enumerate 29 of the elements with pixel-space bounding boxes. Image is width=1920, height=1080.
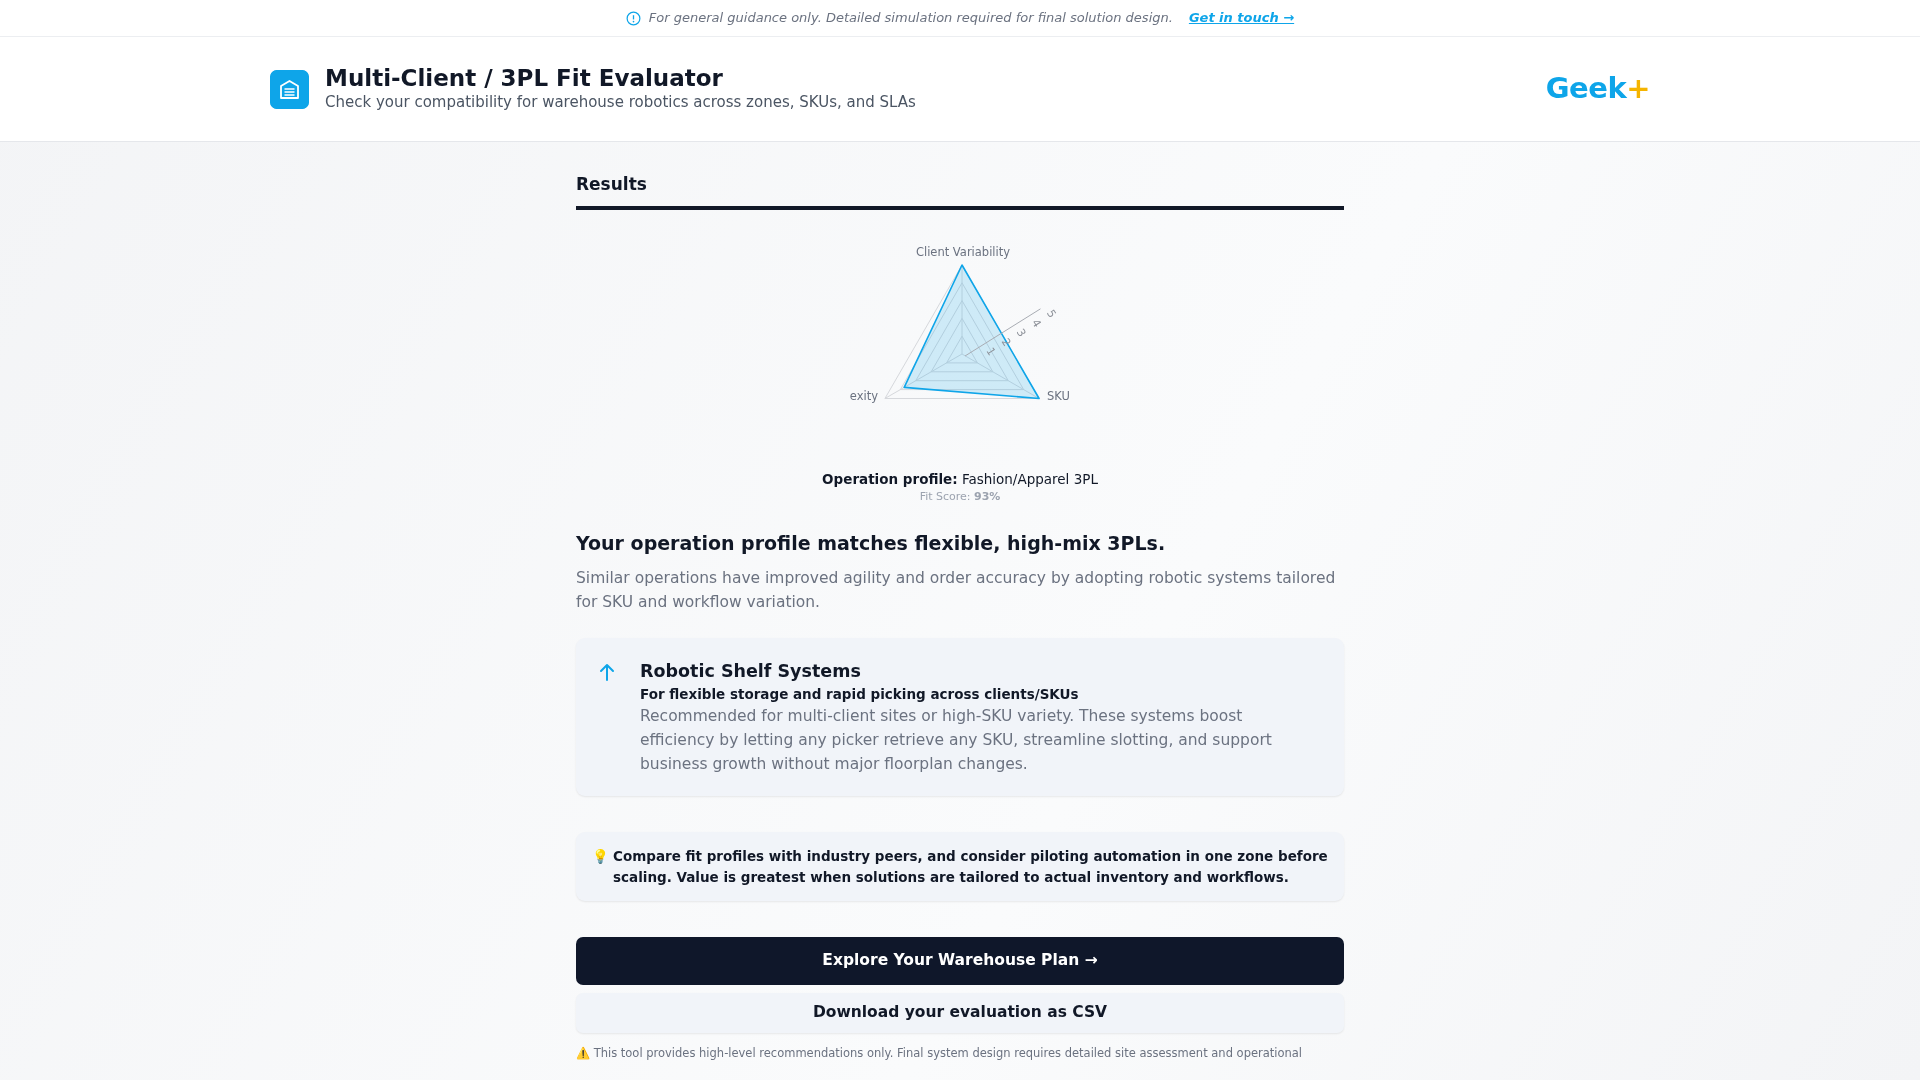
arrow-up-icon [598,661,616,682]
warehouse-icon [270,69,309,109]
recommendation-title: Robotic Shelf Systems [640,659,862,683]
warning-icon: ⚠ [576,1045,590,1060]
recommendation-subtitle: For flexible storage and rapid picking across clients/SKUs [640,685,1080,705]
logo: Geek+ [1545,70,1650,108]
summary-title: Your operation profile matches flexible, high-mix 3PLs. [576,531,1167,557]
axis-label: exity [849,388,878,403]
fit-score: Fit Score: 93% [918,488,1002,505]
recommendation-text: Recommended for multi-client sites or high-SKU variety. These systems boost efficiency by letting any picker retrieve any SKU, streamline slotting, and support business growth without major floorplan changes. [640,706,1273,776]
tick-label: 3 [1013,325,1029,339]
summary-text: Similar operations have improved agility and order accuracy by adopting robotic systems tailored for SKU and workflow variation. [576,567,1337,613]
results-heading: Results [576,142,1344,210]
tick-label: 5 [1043,307,1059,320]
tick-label: 1 [983,344,999,358]
tip-text: Compare fit profiles with industry peers, and consider piloting automation in one zone before scaling. Value is greatest when solutions are tailored to actual inventory and workflows. [613,847,1328,887]
app-subtitle: Check your compatibility for warehouse robotics across zones, SKUs, and SLAs [325,91,916,113]
lightbulb-icon: 💡 [592,846,609,887]
axis-label: SKU [1047,388,1070,403]
tick-label: 2 [998,335,1014,349]
operation-profile: Operation profile: Fashion/Apparel 3PL [821,469,1099,489]
download-csv-button[interactable]: Download your evaluation as CSV [576,992,1344,1033]
disclaimer-text: This tool provides high-level recommendations only. Final system design requires detailed site assessment and operational [593,1045,1303,1060]
explore-plan-button[interactable]: Explore Your Warehouse Plan → [576,936,1344,985]
app-title: Multi-Client / 3PL Fit Evaluator [325,64,724,91]
axis-label: Client Variability [915,244,1011,259]
tick-label: 4 [1028,316,1044,330]
notice-text: For general guidance only. Detailed simulation required for final solution design. [648,9,1173,28]
info-icon [625,10,641,26]
